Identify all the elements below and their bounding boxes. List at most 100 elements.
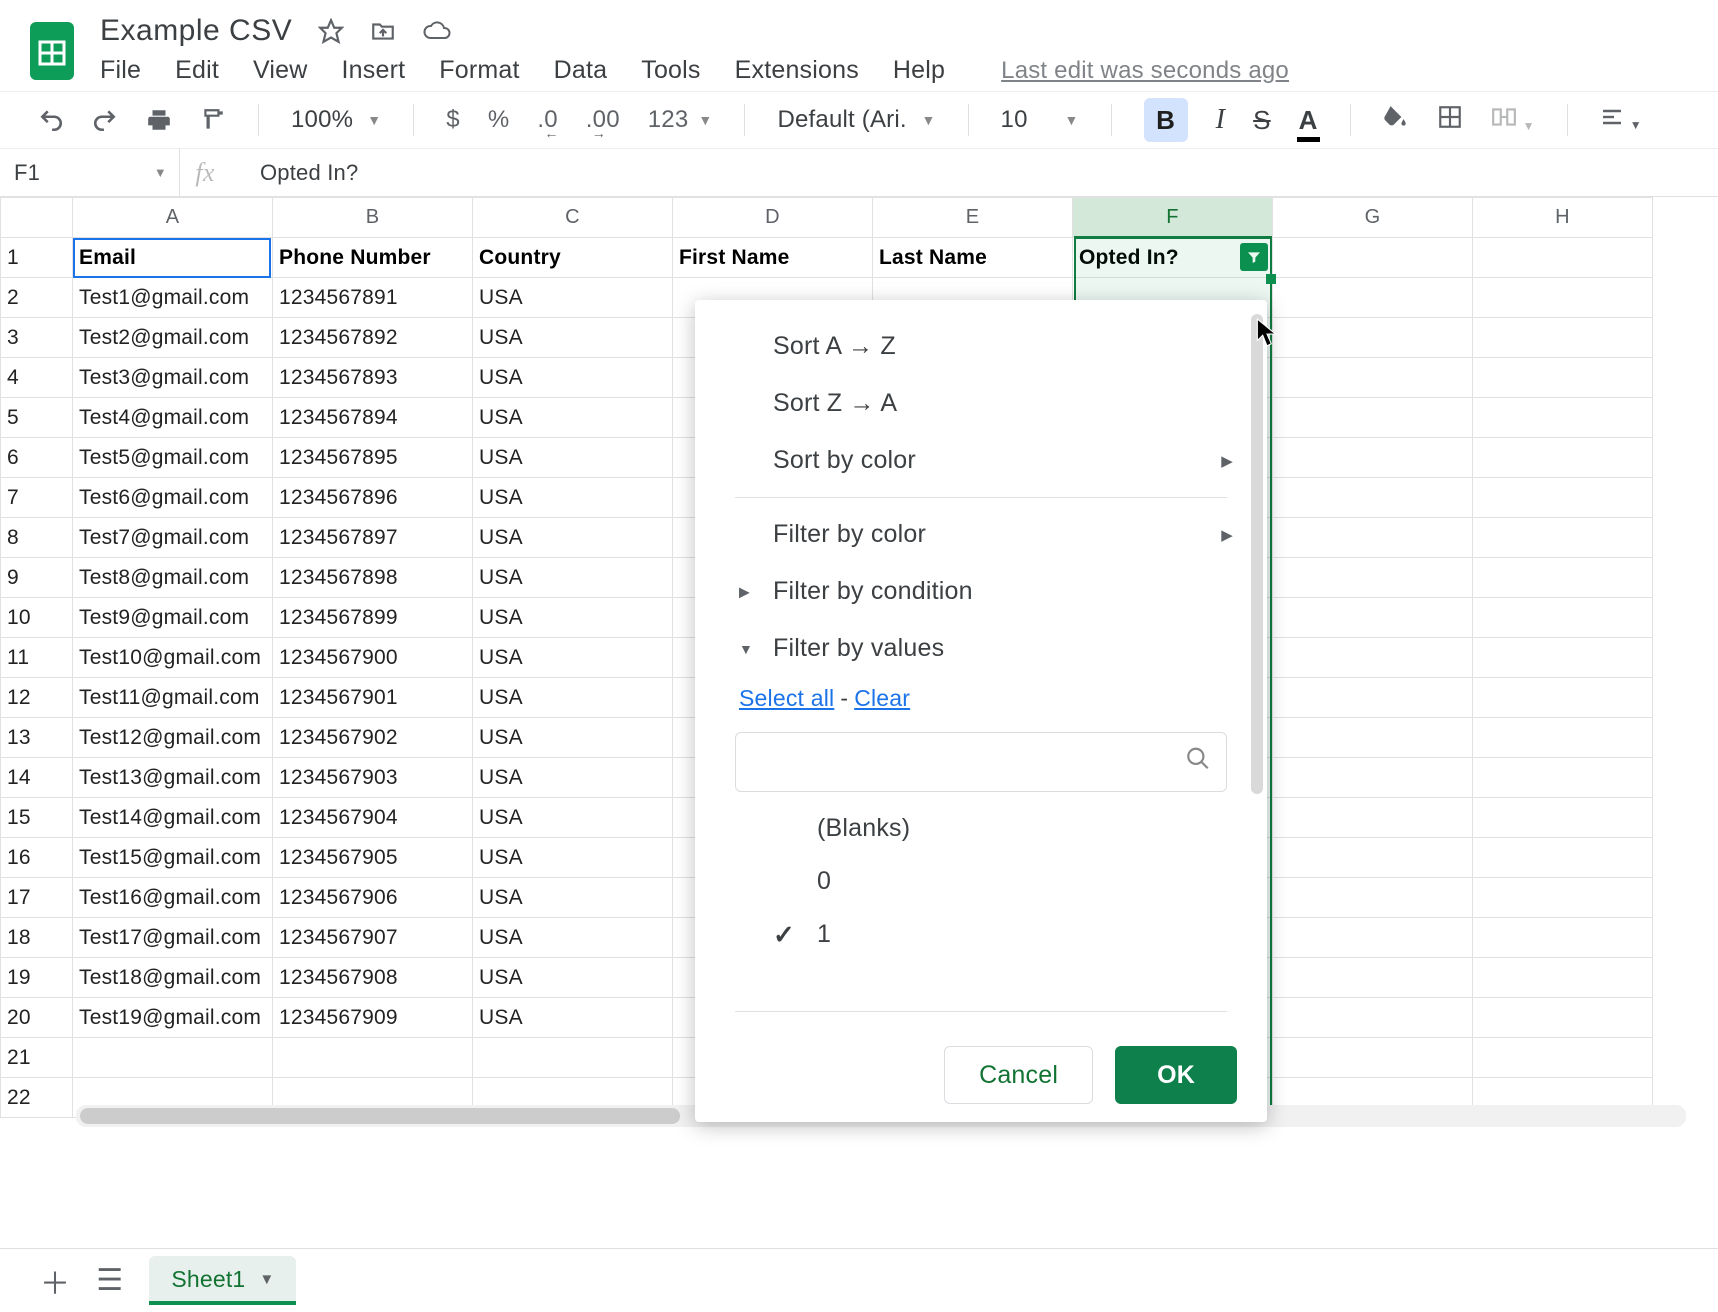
cell-C21[interactable] <box>473 1038 673 1078</box>
menu-format[interactable]: Format <box>439 56 519 85</box>
cell-H19[interactable] <box>1473 958 1653 998</box>
cell-E1[interactable]: Last Name <box>873 238 1073 278</box>
doc-title[interactable]: Example CSV <box>100 14 292 48</box>
col-header-C[interactable]: C <box>473 198 673 238</box>
percent-button[interactable]: % <box>488 106 510 134</box>
row-header[interactable]: 18 <box>1 918 73 958</box>
cell-H20[interactable] <box>1473 998 1653 1038</box>
cancel-button[interactable]: Cancel <box>944 1046 1093 1104</box>
cell-H17[interactable] <box>1473 878 1653 918</box>
menu-edit[interactable]: Edit <box>175 56 219 85</box>
cell-B4[interactable]: 1234567893 <box>273 358 473 398</box>
row-header[interactable]: 22 <box>1 1078 73 1118</box>
sort-az[interactable]: Sort A → Z <box>695 318 1267 375</box>
selection-handle[interactable] <box>1266 274 1276 284</box>
row-header[interactable]: 8 <box>1 518 73 558</box>
row-header[interactable]: 5 <box>1 398 73 438</box>
cell-C15[interactable]: USA <box>473 798 673 838</box>
zoom-dropdown[interactable]: 100%▼ <box>291 106 381 134</box>
row-header[interactable]: 7 <box>1 478 73 518</box>
cell-C20[interactable]: USA <box>473 998 673 1038</box>
col-header-E[interactable]: E <box>873 198 1073 238</box>
col-header-F[interactable]: F <box>1073 198 1273 238</box>
cell-C17[interactable]: USA <box>473 878 673 918</box>
row-header[interactable]: 2 <box>1 278 73 318</box>
cell-B15[interactable]: 1234567904 <box>273 798 473 838</box>
cell-C13[interactable]: USA <box>473 718 673 758</box>
row-header[interactable]: 12 <box>1 678 73 718</box>
cell-B1[interactable]: Phone Number <box>273 238 473 278</box>
cell-A7[interactable]: Test6@gmail.com <box>73 478 273 518</box>
cell-B16[interactable]: 1234567905 <box>273 838 473 878</box>
row-header[interactable]: 17 <box>1 878 73 918</box>
cell-C11[interactable]: USA <box>473 638 673 678</box>
cell-A8[interactable]: Test7@gmail.com <box>73 518 273 558</box>
cell-G8[interactable] <box>1273 518 1473 558</box>
cell-A3[interactable]: Test2@gmail.com <box>73 318 273 358</box>
formula-input[interactable]: Opted In? <box>230 160 1718 186</box>
cell-H8[interactable] <box>1473 518 1653 558</box>
menu-data[interactable]: Data <box>554 56 608 85</box>
row-header[interactable]: 16 <box>1 838 73 878</box>
menu-view[interactable]: View <box>253 56 308 85</box>
cell-C5[interactable]: USA <box>473 398 673 438</box>
cell-G21[interactable] <box>1273 1038 1473 1078</box>
increase-decimal-button[interactable]: .00→ <box>586 106 620 134</box>
cell-B19[interactable]: 1234567908 <box>273 958 473 998</box>
bold-button[interactable]: B <box>1144 98 1188 142</box>
row-header[interactable]: 20 <box>1 998 73 1038</box>
cell-G19[interactable] <box>1273 958 1473 998</box>
cell-C8[interactable]: USA <box>473 518 673 558</box>
cell-H2[interactable] <box>1473 278 1653 318</box>
star-icon[interactable] <box>318 18 344 44</box>
filter-value-0[interactable]: 0 <box>695 855 1267 908</box>
cell-A17[interactable]: Test16@gmail.com <box>73 878 273 918</box>
cell-A18[interactable]: Test17@gmail.com <box>73 918 273 958</box>
cell-B9[interactable]: 1234567898 <box>273 558 473 598</box>
cell-B17[interactable]: 1234567906 <box>273 878 473 918</box>
cell-H14[interactable] <box>1473 758 1653 798</box>
sheets-logo-icon[interactable] <box>26 15 78 87</box>
cell-A16[interactable]: Test15@gmail.com <box>73 838 273 878</box>
menu-insert[interactable]: Insert <box>342 56 406 85</box>
row-header[interactable]: 21 <box>1 1038 73 1078</box>
cell-H10[interactable] <box>1473 598 1653 638</box>
row-header[interactable]: 19 <box>1 958 73 998</box>
row-header[interactable]: 11 <box>1 638 73 678</box>
cell-C19[interactable]: USA <box>473 958 673 998</box>
cell-B12[interactable]: 1234567901 <box>273 678 473 718</box>
cell-F1[interactable]: Opted In? <box>1073 238 1273 278</box>
popup-scroll-thumb[interactable] <box>1251 314 1263 794</box>
cell-A15[interactable]: Test14@gmail.com <box>73 798 273 838</box>
cell-A20[interactable]: Test19@gmail.com <box>73 998 273 1038</box>
cell-A4[interactable]: Test3@gmail.com <box>73 358 273 398</box>
cell-H7[interactable] <box>1473 478 1653 518</box>
cell-C1[interactable]: Country <box>473 238 673 278</box>
row-header[interactable]: 14 <box>1 758 73 798</box>
cell-C7[interactable]: USA <box>473 478 673 518</box>
cell-G15[interactable] <box>1273 798 1473 838</box>
filter-by-values[interactable]: Filter by values <box>695 620 1267 677</box>
row-header[interactable]: 15 <box>1 798 73 838</box>
cell-B13[interactable]: 1234567902 <box>273 718 473 758</box>
cell-H21[interactable] <box>1473 1038 1653 1078</box>
cell-C2[interactable]: USA <box>473 278 673 318</box>
cell-C12[interactable]: USA <box>473 678 673 718</box>
horizontal-align-icon[interactable]: ▼ <box>1600 105 1642 136</box>
cell-B11[interactable]: 1234567900 <box>273 638 473 678</box>
row-header[interactable]: 10 <box>1 598 73 638</box>
cell-G18[interactable] <box>1273 918 1473 958</box>
cell-A11[interactable]: Test10@gmail.com <box>73 638 273 678</box>
cell-G14[interactable] <box>1273 758 1473 798</box>
cell-H15[interactable] <box>1473 798 1653 838</box>
filter-by-condition[interactable]: Filter by condition <box>695 563 1267 620</box>
cell-B5[interactable]: 1234567894 <box>273 398 473 438</box>
cell-G6[interactable] <box>1273 438 1473 478</box>
cell-A12[interactable]: Test11@gmail.com <box>73 678 273 718</box>
filter-by-color[interactable]: Filter by color <box>695 506 1267 563</box>
row-header[interactable]: 1 <box>1 238 73 278</box>
name-box[interactable]: F1 ▼ <box>0 149 180 196</box>
cell-H11[interactable] <box>1473 638 1653 678</box>
filter-value-blanks[interactable]: (Blanks) <box>695 802 1267 855</box>
col-header-D[interactable]: D <box>673 198 873 238</box>
